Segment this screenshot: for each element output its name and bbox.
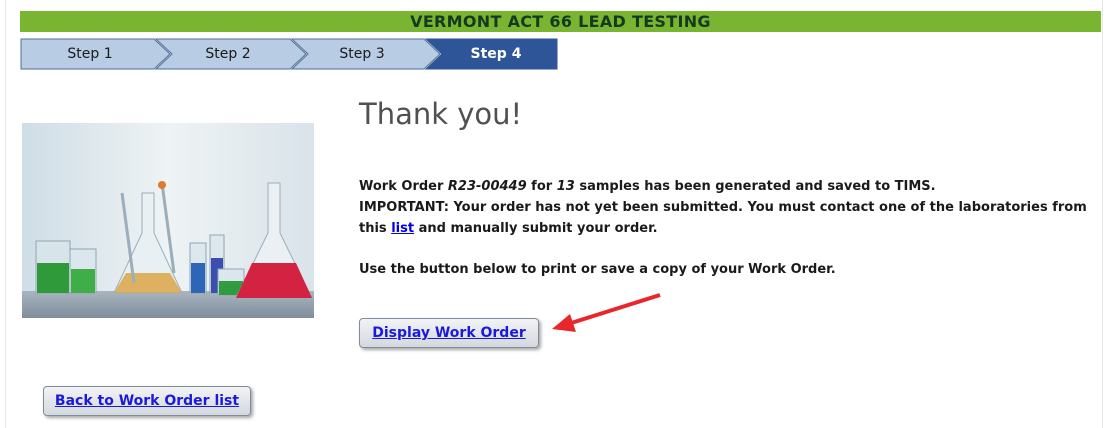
work-order-id: R23-00449 <box>447 179 527 194</box>
sample-count: 13 <box>556 179 575 194</box>
for-text: for <box>526 179 557 194</box>
step-1-tab[interactable]: Step 1 <box>40 38 140 70</box>
step-3-tab[interactable]: Step 3 <box>312 38 412 70</box>
right-border <box>1102 0 1103 428</box>
laboratory-glassware-photo <box>22 123 314 318</box>
generated-text: samples has been generated and saved to … <box>574 179 936 194</box>
laboratory-list-link[interactable]: list <box>391 221 414 236</box>
work-order-message: Work Order R23-00449 for 13 samples has … <box>359 176 1089 239</box>
step-4-tab[interactable]: Step 4 <box>446 38 546 70</box>
print-instruction: Use the button below to print or save a … <box>359 262 836 277</box>
left-border <box>5 0 6 428</box>
display-work-order-button[interactable]: Display Work Order <box>359 318 539 348</box>
red-arrow-icon <box>552 293 661 332</box>
step-progress: Step 1 Step 2 Step 3 Step 4 <box>20 38 580 70</box>
step-2-tab[interactable]: Step 2 <box>178 38 278 70</box>
page-banner: VERMONT ACT 66 LEAD TESTING <box>20 11 1101 32</box>
page-heading: Thank you! <box>359 97 523 131</box>
back-to-work-order-list-button[interactable]: Back to Work Order list <box>43 386 251 416</box>
important-end-text: and manually submit your order. <box>414 221 658 236</box>
work-order-prefix: Work Order <box>359 179 448 194</box>
